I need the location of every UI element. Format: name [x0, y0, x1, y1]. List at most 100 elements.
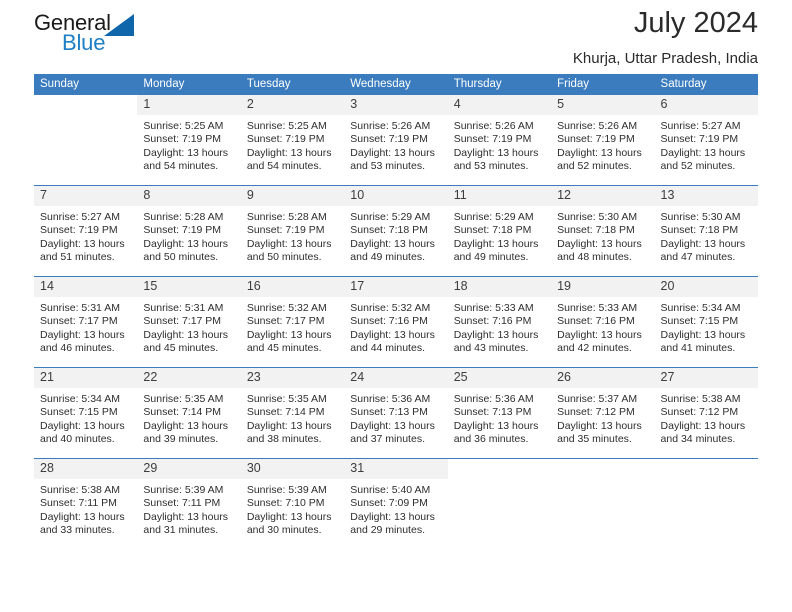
calendar-cell[interactable]: 9 Sunrise: 5:28 AM Sunset: 7:19 PM Daylight… [240, 185, 345, 277]
calendar-cell[interactable]: 21 Sunrise: 5:34 AM Sunset: 7:15 PM Dayligh… [34, 367, 138, 459]
weekday-header-row: Sunday Monday Tuesday Wednesday Thursday… [34, 74, 758, 95]
daylight-text-line2: and 35 minutes. [557, 433, 632, 446]
day-number: 23 [240, 368, 345, 388]
weekday-header-tuesday: Tuesday [240, 74, 345, 95]
day-number [448, 459, 551, 479]
daylight-text-line2: and 48 minutes. [557, 251, 632, 264]
calendar-cell[interactable]: 2 Sunrise: 5:25 AM Sunset: 7:19 PM Daylight… [240, 95, 345, 186]
sunrise-text: Sunrise: 5:40 AM [350, 484, 431, 496]
day-cell: 26 Sunrise: 5:37 AM Sunset: 7:12 PM Dayligh… [551, 368, 655, 458]
calendar-cell [34, 95, 137, 186]
calendar-cell[interactable]: 13 Sunrise: 5:30 AM Sunset: 7:18 PM Dayligh… [654, 185, 758, 277]
calendar-page: General Blue July 2024 Khurja, Uttar Pra… [0, 0, 792, 612]
calendar-cell[interactable]: 10 Sunrise: 5:29 AM Sunset: 7:18 PM Dayligh… [344, 185, 448, 277]
day-cell: 23 Sunrise: 5:35 AM Sunset: 7:14 PM Dayligh… [240, 368, 345, 458]
day-number: 1 [137, 95, 241, 115]
day-details: Sunrise: 5:34 AM Sunset: 7:15 PM Daylight:… [34, 388, 137, 447]
day-details: Sunrise: 5:25 AM Sunset: 7:19 PM Daylight:… [241, 115, 344, 174]
daylight-text-line2: and 37 minutes. [350, 433, 425, 446]
sunset-text: Sunset: 7:19 PM [40, 224, 118, 237]
daylight-text-line1: Daylight: 13 hours [40, 237, 125, 250]
calendar-cell[interactable]: 28 Sunrise: 5:38 AM Sunset: 7:11 PM Dayligh… [34, 458, 138, 549]
sunset-text: Sunset: 7:17 PM [143, 315, 222, 328]
calendar-cell[interactable]: 7 Sunrise: 5:27 AM Sunset: 7:19 PM Daylight… [34, 185, 138, 277]
calendar-cell[interactable]: 18 Sunrise: 5:33 AM Sunset: 7:16 PM Dayligh… [447, 276, 552, 368]
day-cell: 27 Sunrise: 5:38 AM Sunset: 7:12 PM Dayligh… [654, 368, 758, 458]
calendar-cell[interactable]: 25 Sunrise: 5:36 AM Sunset: 7:13 PM Dayligh… [447, 367, 552, 459]
weekday-header-saturday: Saturday [654, 74, 758, 95]
daylight-text-line1: Daylight: 13 hours [143, 237, 229, 250]
daylight-text-line1: Daylight: 13 hours [453, 328, 539, 341]
calendar-cell[interactable]: 23 Sunrise: 5:35 AM Sunset: 7:14 PM Dayligh… [240, 367, 345, 459]
calendar-cell[interactable]: 11 Sunrise: 5:29 AM Sunset: 7:18 PM Dayligh… [447, 185, 552, 277]
sunset-text: Sunset: 7:13 PM [453, 406, 532, 419]
calendar-cell[interactable]: 3 Sunrise: 5:26 AM Sunset: 7:19 PM Daylight… [344, 95, 448, 186]
day-cell: 17 Sunrise: 5:32 AM Sunset: 7:16 PM Dayligh… [344, 277, 448, 367]
day-details: Sunrise: 5:35 AM Sunset: 7:14 PM Daylight:… [241, 388, 344, 447]
calendar-cell[interactable]: 16 Sunrise: 5:32 AM Sunset: 7:17 PM Dayligh… [240, 276, 345, 368]
day-cell: 31 Sunrise: 5:40 AM Sunset: 7:09 PM Dayligh… [344, 459, 448, 549]
day-cell: 13 Sunrise: 5:30 AM Sunset: 7:18 PM Dayligh… [654, 186, 758, 276]
calendar-cell[interactable]: 26 Sunrise: 5:37 AM Sunset: 7:12 PM Dayligh… [551, 367, 655, 459]
daylight-text-line1: Daylight: 13 hours [350, 419, 435, 432]
calendar-cell[interactable]: 1 Sunrise: 5:25 AM Sunset: 7:19 PM Daylight… [137, 95, 241, 186]
day-number: 6 [654, 95, 758, 115]
daylight-text-line2: and 53 minutes. [350, 160, 425, 173]
calendar-cell[interactable]: 31 Sunrise: 5:40 AM Sunset: 7:09 PM Dayligh… [344, 458, 448, 549]
calendar-cell[interactable]: 17 Sunrise: 5:32 AM Sunset: 7:16 PM Dayligh… [344, 276, 448, 368]
day-number: 5 [551, 95, 655, 115]
calendar-cell[interactable]: 19 Sunrise: 5:33 AM Sunset: 7:16 PM Dayligh… [551, 276, 655, 368]
day-details: Sunrise: 5:40 AM Sunset: 7:09 PM Daylight:… [344, 479, 447, 538]
sunrise-text: Sunrise: 5:36 AM [350, 393, 431, 405]
sunset-text: Sunset: 7:17 PM [40, 315, 118, 328]
calendar-cell[interactable]: 12 Sunrise: 5:30 AM Sunset: 7:18 PM Dayligh… [551, 185, 655, 277]
day-cell: 7 Sunrise: 5:27 AM Sunset: 7:19 PM Daylight… [34, 186, 138, 276]
sunrise-text: Sunrise: 5:35 AM [246, 393, 327, 405]
day-details: Sunrise: 5:27 AM Sunset: 7:19 PM Daylight:… [655, 115, 758, 174]
calendar-week-row: 7 Sunrise: 5:27 AM Sunset: 7:19 PM Daylight… [34, 185, 758, 277]
daylight-text-line1: Daylight: 13 hours [453, 237, 539, 250]
daylight-text-line1: Daylight: 13 hours [557, 328, 642, 341]
daylight-text-line1: Daylight: 13 hours [40, 510, 125, 523]
calendar-cell[interactable]: 15 Sunrise: 5:31 AM Sunset: 7:17 PM Dayligh… [137, 276, 241, 368]
day-number: 25 [447, 368, 552, 388]
day-cell: 21 Sunrise: 5:34 AM Sunset: 7:15 PM Dayligh… [34, 368, 138, 458]
daylight-text-line1: Daylight: 13 hours [453, 419, 539, 432]
weekday-header-wednesday: Wednesday [344, 74, 448, 95]
day-number: 7 [34, 186, 138, 206]
sunset-text: Sunset: 7:19 PM [453, 133, 532, 146]
calendar-cell[interactable]: 30 Sunrise: 5:39 AM Sunset: 7:10 PM Dayligh… [240, 458, 345, 549]
daylight-text-line1: Daylight: 13 hours [246, 237, 332, 250]
calendar-cell[interactable]: 6 Sunrise: 5:27 AM Sunset: 7:19 PM Daylight… [654, 95, 758, 186]
calendar-cell[interactable]: 22 Sunrise: 5:35 AM Sunset: 7:14 PM Dayligh… [137, 367, 241, 459]
calendar-cell[interactable]: 14 Sunrise: 5:31 AM Sunset: 7:17 PM Dayligh… [34, 276, 138, 368]
sunrise-text: Sunrise: 5:35 AM [143, 393, 224, 405]
sunset-text: Sunset: 7:18 PM [453, 224, 532, 237]
sunset-text: Sunset: 7:19 PM [143, 224, 222, 237]
calendar-cell[interactable]: 5 Sunrise: 5:26 AM Sunset: 7:19 PM Daylight… [551, 95, 655, 186]
day-details: Sunrise: 5:26 AM Sunset: 7:19 PM Daylight:… [551, 115, 654, 174]
sunrise-text: Sunrise: 5:39 AM [246, 484, 327, 496]
calendar-cell[interactable]: 29 Sunrise: 5:39 AM Sunset: 7:11 PM Dayligh… [137, 458, 241, 549]
daylight-text-line1: Daylight: 13 hours [557, 419, 642, 432]
daylight-text-line2: and 31 minutes. [143, 524, 219, 537]
sunset-text: Sunset: 7:19 PM [660, 133, 739, 146]
calendar-cell[interactable]: 24 Sunrise: 5:36 AM Sunset: 7:13 PM Dayligh… [344, 367, 448, 459]
general-blue-logo[interactable]: General Blue [34, 10, 214, 60]
weekday-header-sunday: Sunday [34, 74, 138, 95]
sunrise-text: Sunrise: 5:26 AM [557, 120, 638, 132]
daylight-text-line1: Daylight: 13 hours [246, 510, 332, 523]
calendar-cell[interactable]: 4 Sunrise: 5:26 AM Sunset: 7:19 PM Daylight… [447, 95, 552, 186]
daylight-text-line1: Daylight: 13 hours [143, 510, 229, 523]
day-number: 4 [447, 95, 552, 115]
daylight-text-line2: and 54 minutes. [143, 160, 219, 173]
daylight-text-line1: Daylight: 13 hours [350, 510, 435, 523]
day-number: 3 [344, 95, 448, 115]
day-number: 29 [137, 459, 241, 479]
daylight-text-line2: and 46 minutes. [40, 342, 115, 355]
calendar-cell[interactable]: 27 Sunrise: 5:38 AM Sunset: 7:12 PM Dayligh… [654, 367, 758, 459]
calendar-cell[interactable]: 8 Sunrise: 5:28 AM Sunset: 7:19 PM Daylight… [137, 185, 241, 277]
calendar-cell[interactable]: 20 Sunrise: 5:34 AM Sunset: 7:15 PM Dayligh… [654, 276, 758, 368]
day-cell: 16 Sunrise: 5:32 AM Sunset: 7:17 PM Dayligh… [240, 277, 345, 367]
sunrise-text: Sunrise: 5:39 AM [143, 484, 224, 496]
